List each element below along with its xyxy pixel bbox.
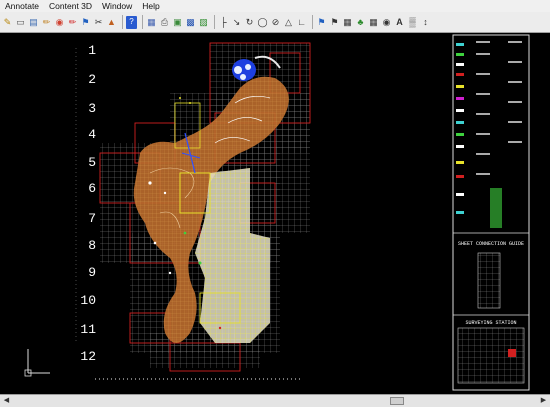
hatch-icon[interactable]: ▒ [407,16,418,29]
row-label: 12 [80,349,96,364]
legend-surveying-station-title: SURVEYING STATION [465,320,516,326]
horizontal-scrollbar[interactable]: ◀ ▶ [0,394,550,407]
brush-icon[interactable]: ✏ [41,16,52,29]
target-icon[interactable]: ◉ [381,16,392,29]
row-label: 8 [88,238,96,253]
row-label: 7 [88,211,96,226]
scissors-icon[interactable]: ✂ [93,16,104,29]
rotate-icon[interactable]: ↻ [244,16,255,29]
scroll-right-icon[interactable]: ▶ [538,396,549,406]
measure-icon[interactable]: ▭ [15,16,26,29]
no-entry-icon[interactable]: ⊘ [270,16,281,29]
wedge-icon[interactable]: ∟ [296,16,307,29]
row-label: 10 [80,293,96,308]
triangle-icon[interactable]: △ [283,16,294,29]
flag-blue-icon[interactable]: ⚑ [316,16,327,29]
ucs-axis-icon [24,349,50,377]
tree-icon[interactable]: ♣ [355,16,366,29]
text-icon[interactable]: A [394,16,405,29]
menu-bar: Annotate Content 3D Window Help [0,0,550,12]
cube-green-icon[interactable]: ▨ [198,16,209,29]
flag-icon[interactable]: ⚑ [80,16,91,29]
row-label: 5 [88,155,96,170]
stamp-icon[interactable]: ▲ [106,16,117,29]
dimension-icon[interactable]: ↕ [420,16,431,29]
pencil-icon[interactable]: ✎ [2,16,13,29]
grid-icon[interactable]: ▦ [368,16,379,29]
row-label: 6 [88,181,96,196]
cube-icon[interactable]: ▣ [172,16,183,29]
help-icon[interactable]: ? [126,15,137,29]
toolbar-separator [312,15,313,29]
row-label: 9 [88,265,96,280]
line-icon[interactable]: ├ [218,16,229,29]
row-label: 1 [88,43,96,58]
print-icon[interactable]: ⎙ [159,16,170,29]
toolbar-separator [214,15,215,29]
layout-icon[interactable]: ▦ [146,16,157,29]
row-label: 11 [80,322,96,337]
row-label: 3 [88,101,96,116]
toolbar: ✎ ▭ ▤ ✏ ◉ ✏ ⚑ ✂ ▲ ? ▦ ⎙ ▣ ▩ ▨ ├ ↘ ↻ ◯ ⊘ … [0,12,550,33]
drawing-canvas[interactable]: SHEET CONNECTION GUIDE SURVEYING STATION… [0,33,550,394]
scroll-thumb[interactable] [390,397,404,405]
flag-grid-icon[interactable]: ⚑ [329,16,340,29]
stamp-blue-icon[interactable]: ▩ [185,16,196,29]
scroll-left-icon[interactable]: ◀ [1,396,12,406]
redline-icon[interactable]: ✏ [67,16,78,29]
menu-window[interactable]: Window [97,0,137,12]
legend-panel [452,34,530,391]
legend-sheet-connection-title: SHEET CONNECTION GUIDE [458,241,524,247]
toolbar-separator [122,15,123,29]
row-label: 2 [88,72,96,87]
table-icon[interactable]: ▦ [342,16,353,29]
toolbar-separator [142,15,143,29]
polyline-icon[interactable]: ↘ [231,16,242,29]
layers-icon[interactable]: ▤ [28,16,39,29]
circle-icon[interactable]: ◯ [257,16,268,29]
palette-icon[interactable]: ◉ [54,16,65,29]
menu-content-3d[interactable]: Content 3D [44,0,97,12]
row-label: 4 [88,127,96,142]
menu-annotate[interactable]: Annotate [0,0,44,12]
menu-help[interactable]: Help [137,0,164,12]
